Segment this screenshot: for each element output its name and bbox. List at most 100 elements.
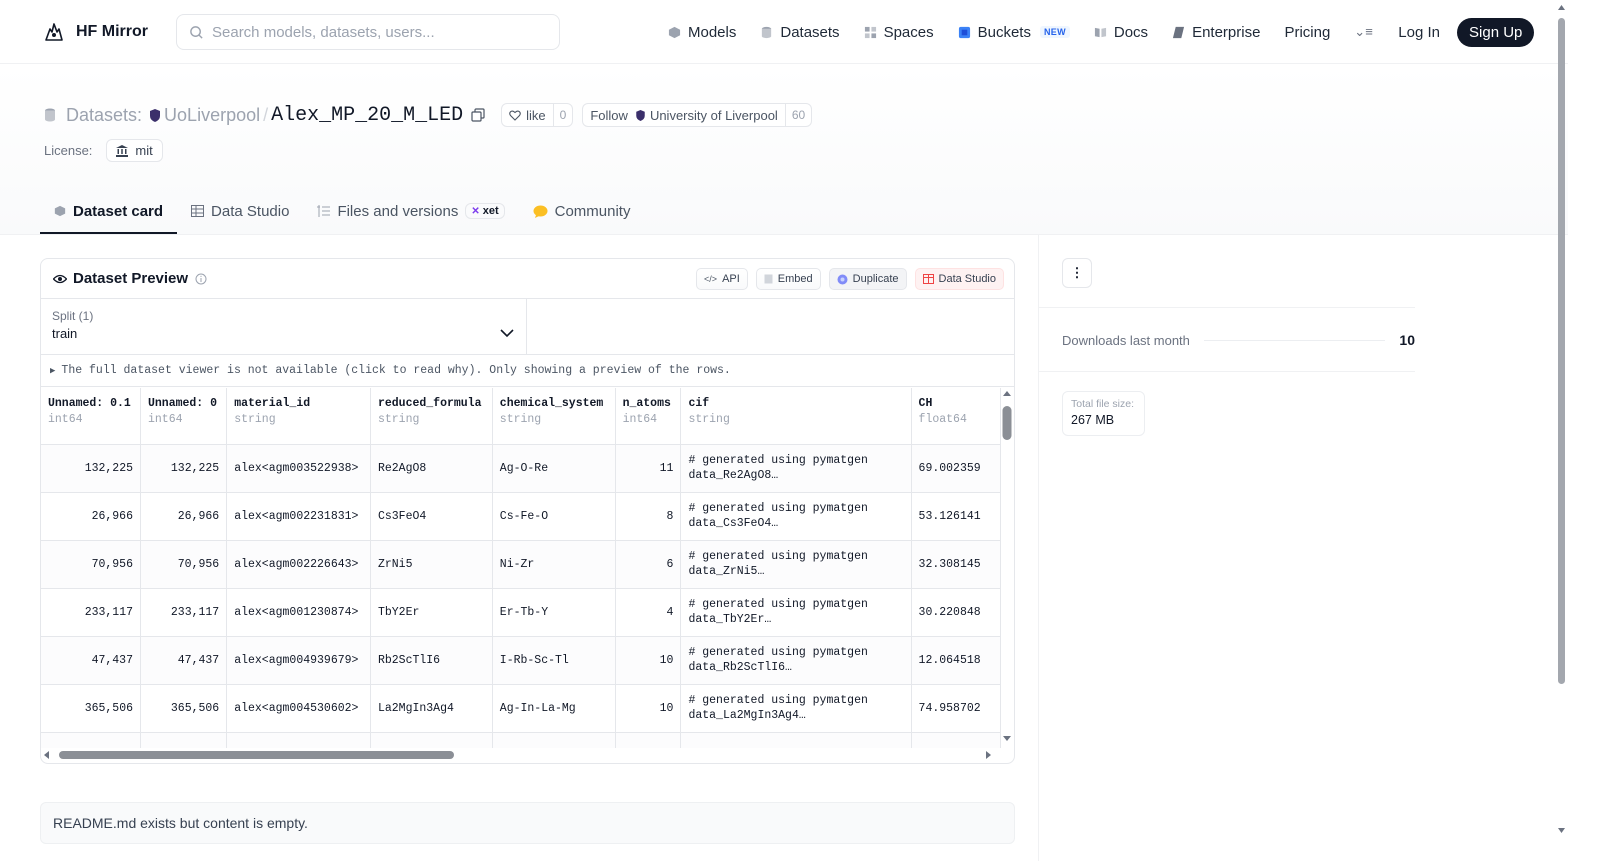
embed-label: Embed (777, 273, 813, 285)
xet-icon: ✕ (471, 205, 480, 217)
page-scrollbar[interactable] (1555, 0, 1568, 861)
downloads-sparkline (1203, 339, 1386, 341)
tab-dataset-card[interactable]: Dataset card (40, 190, 178, 234)
column-header[interactable]: chemical_system string (492, 388, 616, 445)
nav-datasets[interactable]: Datasets (760, 24, 840, 41)
api-label: API (722, 273, 740, 285)
like-button[interactable]: like 0 (501, 103, 574, 127)
top-nav-bar: HF Mirror Models Datasets Spaces Buckets… (0, 0, 1568, 64)
license-tag[interactable]: mit (106, 139, 163, 162)
split-select[interactable]: Split (1) train (41, 299, 527, 354)
table-row[interactable]: 132,225 132,225 alex<agm003522938> Re2AgO8 A… (41, 444, 1001, 493)
downloads-stat: Downloads last month 10 (1062, 332, 1415, 348)
column-header[interactable]: reduced_formula string (370, 388, 493, 445)
embed-button[interactable]: Embed (755, 268, 821, 290)
table-cell (226, 732, 371, 748)
duplicate-button[interactable]: Duplicate (828, 268, 907, 290)
tab-files[interactable]: Files and versions ✕ xet (303, 190, 518, 232)
table-cell: 47,437 (41, 636, 141, 685)
table-cell (370, 732, 493, 748)
table-cell: La2MgIn3Ag4 (370, 684, 493, 733)
nav-docs-label: Docs (1113, 23, 1149, 41)
column-header[interactable]: cif string (680, 388, 912, 445)
table-cell (615, 732, 682, 748)
table-cell: 6 (615, 540, 682, 589)
nav-docs[interactable]: Docs (1094, 24, 1148, 41)
nav-enterprise[interactable]: Enterprise (1172, 24, 1260, 41)
like-label: like (526, 107, 546, 123)
nav-buckets[interactable]: Buckets NEW (958, 24, 1070, 41)
repo-tabs: Dataset card Data Studio Files and versi… (40, 190, 644, 234)
table-cell: 70,956 (41, 540, 141, 589)
search-icon (190, 25, 203, 39)
column-type: int64 (148, 413, 183, 426)
license-row: License: mit (44, 139, 163, 162)
vertical-scrollbar[interactable] (1001, 388, 1013, 748)
table-cell: alex<agm003522938> (226, 444, 371, 493)
api-button[interactable]: </> API (696, 268, 748, 290)
file-size-box: Total file size: 267 MB (1062, 391, 1145, 436)
split-row: Split (1) train (41, 299, 1014, 355)
table-row[interactable]: 365,506 365,506 alex<agm004530602> La2MgIn3… (41, 684, 1001, 733)
repo-owner-link[interactable]: UoLiverpool (164, 105, 260, 126)
horizontal-scrollbar[interactable] (41, 748, 1001, 762)
table-header-row: Unnamed: 0.1 int64 Unnamed: 0 int64 material… (41, 388, 1001, 445)
table-cell: alex<agm002231831> (226, 492, 371, 541)
data-studio-button[interactable]: Data Studio (914, 268, 1004, 290)
search-input[interactable] (212, 23, 542, 41)
table-cell: alex<agm001230874> (226, 588, 371, 637)
brand-logo[interactable]: HF Mirror (42, 20, 148, 44)
tab-data-studio[interactable]: Data Studio (177, 190, 303, 232)
column-header[interactable]: CH float64 (911, 388, 1001, 445)
nav-spaces[interactable]: Spaces (864, 24, 934, 41)
downloads-value: 10 (1399, 332, 1415, 348)
nav-models[interactable]: Models (668, 24, 736, 41)
follow-button[interactable]: Follow University of Liverpool 60 (582, 103, 813, 127)
signup-button[interactable]: Sign Up (1457, 17, 1535, 47)
more-menu-icon[interactable]: ⌄≡ (1354, 24, 1376, 40)
table-cell: 365,506 (140, 684, 228, 733)
xet-badge: ✕ xet (465, 203, 505, 219)
viewer-notice[interactable]: ▶ The full dataset viewer is not availab… (41, 355, 1014, 387)
repo-name[interactable]: Alex_MP_20_M_LED (271, 104, 463, 127)
more-options-button[interactable]: ⋮ (1062, 258, 1092, 288)
table-row[interactable]: 233,117 233,117 alex<agm001230874> TbY2Er Er… (41, 588, 1001, 637)
table-row[interactable]: 26,966 26,966 alex<agm002231831> Cs3FeO4 Cs-… (41, 492, 1001, 541)
column-type: string (688, 413, 730, 426)
column-name: CH (918, 397, 933, 410)
column-header[interactable]: Unnamed: 0.1 int64 (41, 388, 141, 445)
mirror-logo-icon (45, 23, 63, 41)
like-count: 0 (552, 104, 573, 126)
org-name: University of Liverpool (649, 107, 778, 123)
follow-count: 60 (784, 104, 811, 126)
column-header[interactable]: n_atoms int64 (615, 388, 682, 445)
login-link[interactable]: Log In (1398, 24, 1440, 41)
table-cell: Cs3FeO4 (370, 492, 493, 541)
preview-table-viewport[interactable]: Unnamed: 0.1 int64 Unnamed: 0 int64 material… (41, 388, 1001, 748)
table-cell: Ni-Zr (492, 540, 616, 589)
table-cell: Rb2ScTlI6 (370, 636, 493, 685)
column-name: Unnamed: 0 (148, 397, 218, 410)
copy-icon[interactable] (471, 108, 485, 122)
nav-pricing[interactable]: Pricing (1284, 24, 1330, 41)
table-row[interactable]: # generated using pymatgen (41, 732, 1001, 748)
table-cell: # generated using pymatgen data_La2MgIn3… (680, 684, 912, 733)
table-row[interactable]: 47,437 47,437 alex<agm004939679> Rb2ScTlI6 I… (41, 636, 1001, 685)
repo-type-label: Datasets: (66, 104, 143, 125)
docs-book-icon (1094, 27, 1106, 37)
search-box[interactable] (176, 14, 560, 50)
column-header[interactable]: material_id string (226, 388, 371, 445)
xet-label: xet (482, 205, 499, 217)
files-list-icon (317, 205, 331, 217)
license-label: License: (44, 143, 93, 158)
table-row[interactable]: 70,956 70,956 alex<agm002226643> ZrNi5 Ni-Zr… (41, 540, 1001, 589)
column-type: string (499, 413, 542, 426)
table-cell: # generated using pymatgen data_Cs3FeO4… (680, 492, 912, 541)
column-header[interactable]: Unnamed: 0 int64 (140, 388, 228, 445)
info-icon[interactable] (195, 273, 207, 285)
table-cell: Ag-O-Re (492, 444, 616, 493)
column-type: string (234, 413, 276, 426)
sidebar-divider-top (1039, 307, 1415, 308)
split-value: train (52, 326, 78, 341)
tab-community[interactable]: Community (519, 190, 645, 232)
